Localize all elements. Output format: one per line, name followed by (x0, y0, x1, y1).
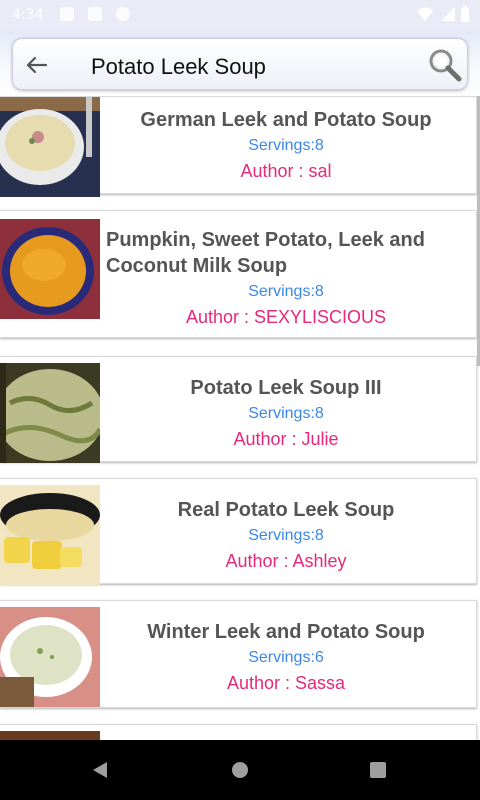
search-box: Potato Leek Soup (12, 38, 468, 90)
recipe-servings: Servings:8 (248, 527, 324, 544)
recipe-thumbnail (0, 485, 100, 585)
recipe-thumbnail (0, 97, 100, 197)
recipe-title: German Leek and Potato Soup (140, 109, 432, 131)
recipe-thumbnail (0, 219, 100, 319)
recipe-card[interactable]: Pumpkin, Sweet Potato, Leek and Coconut … (0, 210, 477, 338)
recipe-servings: Servings:8 (248, 137, 324, 154)
status-time: 4:34 (12, 7, 44, 23)
recipe-card[interactable]: Real Potato Leek Soup Servings:8 Author … (0, 478, 477, 585)
recipe-servings: Servings:8 (248, 283, 324, 300)
recipe-title: Pumpkin, Sweet Potato, Leek and Coconut … (106, 229, 425, 277)
recipe-title: Potato Leek Soup III (190, 377, 382, 399)
recipe-thumbnail (0, 731, 100, 740)
recipe-servings: Servings:6 (248, 649, 324, 666)
signal-icon (441, 7, 455, 21)
sync-icon (116, 7, 130, 21)
search-header: Potato Leek Soup (0, 30, 480, 98)
recipe-card-partial[interactable] (0, 724, 477, 740)
notification-icon (60, 7, 74, 21)
arrow-back-icon[interactable] (21, 50, 51, 80)
magnifier-icon[interactable] (427, 47, 463, 83)
recipe-servings: Servings:8 (248, 405, 324, 422)
recipe-title: Winter Leek and Potato Soup (147, 621, 425, 643)
navigation-bar (0, 740, 480, 800)
recipe-thumbnail (0, 607, 100, 707)
sim-icon (88, 7, 102, 21)
nav-home-icon[interactable] (230, 760, 250, 780)
nav-back-icon[interactable] (90, 760, 110, 780)
recipe-author: Author : Julie (233, 429, 339, 449)
nav-recents-icon[interactable] (368, 760, 388, 780)
recipe-title: Real Potato Leek Soup (177, 499, 395, 521)
status-bar: 4:34 (0, 0, 480, 30)
recipe-author: Author : Sassa (226, 673, 346, 693)
recipe-author: Author : sal (240, 161, 332, 181)
recipe-author: Author : Ashley (225, 551, 347, 571)
recipe-thumbnail (0, 363, 100, 463)
recipe-card[interactable]: Potato Leek Soup III Servings:8 Author :… (0, 356, 477, 463)
recipe-list[interactable]: German Leek and Potato Soup Servings:8 A… (0, 96, 480, 740)
recipe-author: Author : SEXYLISCIOUS (185, 307, 387, 327)
recipe-card[interactable]: Winter Leek and Potato Soup Servings:6 A… (0, 600, 477, 708)
search-input[interactable]: Potato Leek Soup (91, 54, 266, 80)
battery-icon (461, 6, 469, 22)
recipe-card[interactable]: German Leek and Potato Soup Servings:8 A… (0, 96, 477, 197)
wifi-icon (417, 7, 433, 21)
